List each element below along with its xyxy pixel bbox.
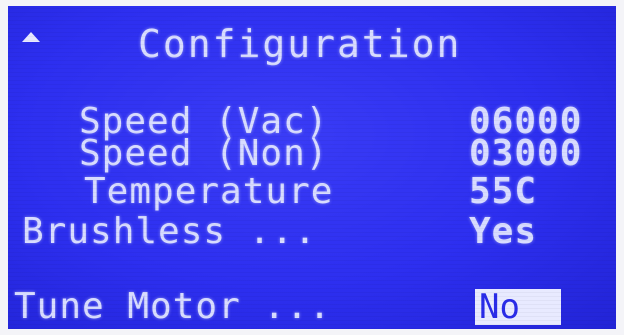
brushless-value[interactable]: Yes [469,214,537,250]
temperature-label: Temperature [84,171,334,212]
brushless-label: Brushless ... [22,211,317,252]
screen-title: Configuration [138,22,462,66]
tune-motor-value[interactable]: No [475,289,561,325]
lcd-screen: Configuration Speed (Vac) 06000 Speed (N… [8,6,616,329]
speed-non-label: Speed (Non) [79,133,329,174]
temperature-value[interactable]: 55C [469,174,537,210]
up-arrow-icon[interactable] [22,32,40,42]
speed-non-value[interactable]: 03000 [469,136,582,172]
tune-motor-label: Tune Motor ... [14,286,332,327]
